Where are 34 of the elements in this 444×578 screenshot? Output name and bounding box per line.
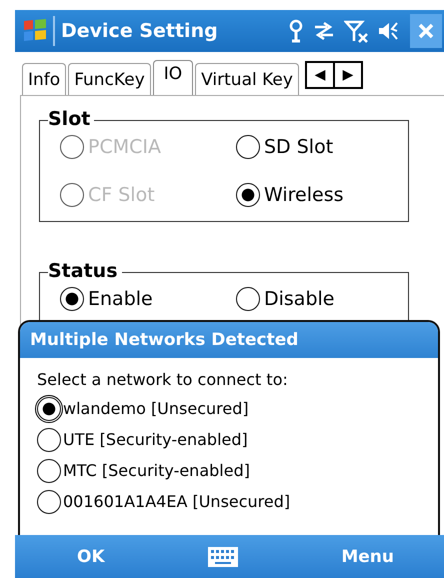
tab[interactable]: IO xyxy=(152,60,194,95)
tab[interactable]: Info xyxy=(22,63,66,95)
close-icon xyxy=(417,22,435,40)
network-label: UTE [Security-enabled] xyxy=(63,430,248,449)
tab[interactable]: FuncKey xyxy=(68,63,151,95)
menu-softkey[interactable]: Menu xyxy=(341,546,394,566)
scroll-right-button[interactable]: ▶ xyxy=(332,63,361,87)
network-label: MTC [Security-enabled] xyxy=(63,461,250,480)
window-title: Device Setting xyxy=(61,20,218,42)
dialog-prompt: Select a network to connect to: xyxy=(37,370,289,389)
antenna-icon[interactable] xyxy=(288,19,304,43)
network-label: 001601A1A4EA [Unsecured] xyxy=(63,492,290,511)
option-label: PCMCIA xyxy=(88,136,161,158)
signal-off-icon[interactable] xyxy=(344,19,368,43)
network-label: wlandemo [Unsecured] xyxy=(63,399,249,418)
radio-button[interactable] xyxy=(37,428,61,452)
keyboard-icon[interactable] xyxy=(208,546,238,566)
radio-button[interactable] xyxy=(236,287,260,311)
radio-button[interactable] xyxy=(236,183,260,207)
tab[interactable]: Virtual Key xyxy=(195,63,299,95)
radio-button[interactable] xyxy=(60,287,84,311)
scroll-left-button[interactable]: ◀ xyxy=(306,63,333,87)
radio-button[interactable] xyxy=(37,458,61,482)
option-label: SD Slot xyxy=(264,136,334,158)
radio-button[interactable] xyxy=(236,135,260,159)
option-label: Enable xyxy=(88,288,153,310)
dialog-title: Multiple Networks Detected xyxy=(20,322,438,358)
option-label: CF Slot xyxy=(88,184,155,206)
radio-button[interactable] xyxy=(37,396,61,420)
sync-arrows-icon[interactable] xyxy=(313,21,335,41)
close-button[interactable] xyxy=(410,14,442,48)
radio-button[interactable] xyxy=(37,490,61,514)
option-label: Wireless xyxy=(264,184,344,206)
option-label: Disable xyxy=(264,288,334,310)
